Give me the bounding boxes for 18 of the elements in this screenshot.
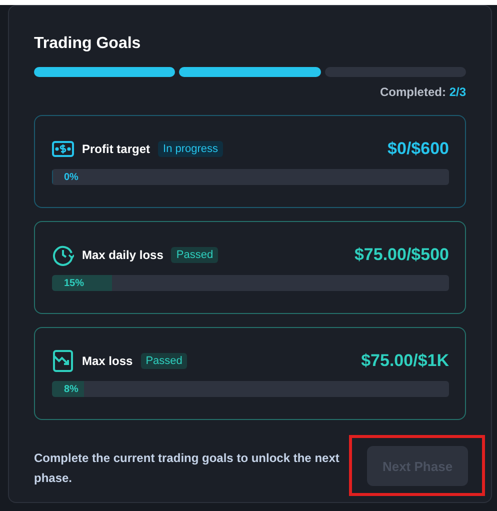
clock-icon (52, 244, 74, 266)
goal-name: Max daily loss (82, 248, 164, 262)
goal-amount: $75.00/$500 (354, 245, 449, 265)
status-badge: Passed (171, 247, 218, 263)
progress-percent: 8% (64, 384, 78, 394)
goal-amount: $75.00/$1K (361, 351, 449, 371)
goal-name: Max loss (82, 354, 133, 368)
cash-icon (52, 138, 74, 160)
goal-name: Profit target (82, 142, 150, 156)
progress-percent: 15% (64, 278, 84, 288)
panel-title: Trading Goals (34, 35, 142, 53)
unlock-message: Complete the current trading goals to unlock the next phase. (34, 450, 340, 486)
status-badge: In progress (158, 141, 224, 157)
status-badge: Passed (140, 353, 188, 369)
progress-percent: 0% (64, 172, 78, 182)
completed-count: Completed: 2/3 (380, 85, 466, 99)
goal-amount: $0/$600 (388, 139, 449, 159)
chart-down-icon (52, 350, 74, 372)
